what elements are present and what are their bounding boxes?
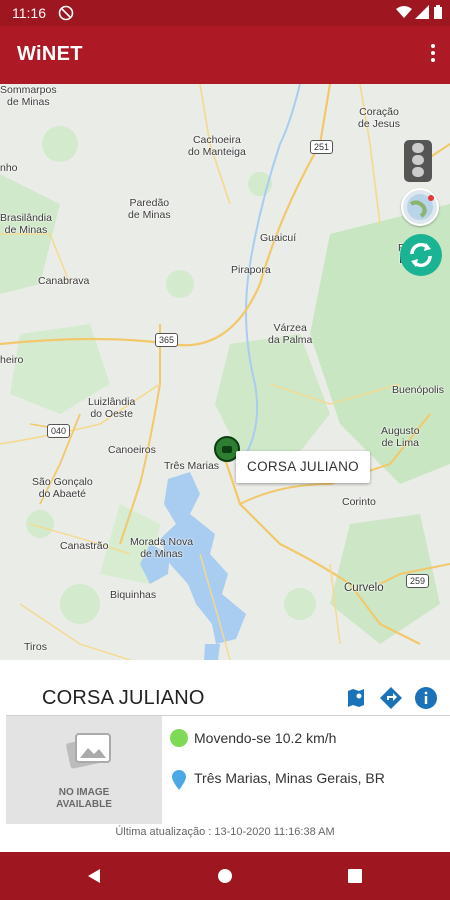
vehicle-info-panel: CORSA JULIANO NO IMAGE AVAILABLE Movendo… bbox=[0, 660, 450, 852]
app-bar: WiNET bbox=[0, 26, 450, 84]
refresh-icon[interactable] bbox=[400, 234, 442, 276]
map-label: Corinto bbox=[342, 496, 376, 508]
map-label: Buenópolis bbox=[392, 384, 444, 396]
globe-icon[interactable] bbox=[401, 188, 439, 226]
vehicle-callout[interactable]: CORSA JULIANO bbox=[236, 451, 370, 483]
map-view[interactable]: Sommarpos de Minas Cachoeira do Manteiga… bbox=[0, 84, 450, 660]
map-label: heiro bbox=[0, 354, 24, 366]
vehicle-name: CORSA JULIANO bbox=[42, 687, 205, 709]
map-label: nho bbox=[0, 162, 18, 174]
map-label: Curvelo bbox=[344, 582, 384, 594]
map-label: São Gonçalo do Abaeté bbox=[32, 476, 93, 500]
map-label: Pirapora bbox=[231, 264, 271, 276]
system-nav-bar bbox=[0, 852, 450, 900]
no-image-label: NO IMAGE AVAILABLE bbox=[56, 787, 112, 810]
map-label: Paredão de Minas bbox=[128, 197, 171, 221]
map-label: Luizlândia do Oeste bbox=[88, 396, 136, 420]
map-label: Biquinhas bbox=[110, 589, 157, 601]
vehicle-location-text: Três Marias, Minas Gerais, BR bbox=[194, 770, 385, 786]
vehicle-image-placeholder: NO IMAGE AVAILABLE bbox=[6, 716, 162, 824]
back-icon[interactable] bbox=[86, 868, 102, 889]
info-icon[interactable] bbox=[414, 686, 438, 710]
app-title: WiNET bbox=[17, 43, 83, 65]
more-vert-icon[interactable] bbox=[428, 42, 438, 68]
map-label: Várzea da Palma bbox=[268, 322, 313, 346]
vehicle-status-text: Movendo-se 10.2 km/h bbox=[194, 730, 337, 746]
map-terrain bbox=[0, 84, 450, 660]
last-updated: Última atualização : 13-10-2020 11:16:38… bbox=[115, 826, 335, 838]
map-label: Canastrão bbox=[60, 540, 109, 552]
status-bar: 11:16 bbox=[0, 0, 450, 26]
highway-shield: 365 bbox=[155, 333, 179, 347]
map-person-icon[interactable] bbox=[344, 686, 368, 710]
recents-icon[interactable] bbox=[347, 868, 363, 889]
directions-icon[interactable] bbox=[379, 686, 403, 710]
highway-shield: 040 bbox=[47, 424, 71, 438]
map-label: Canabrava bbox=[38, 275, 90, 287]
traffic-light-icon[interactable] bbox=[404, 140, 432, 182]
map-label: Brasilândia de Minas bbox=[0, 212, 52, 236]
map-label: Sommarpos de Minas bbox=[0, 84, 57, 108]
map-label: Guaicuí bbox=[260, 232, 297, 244]
map-label: Morada Nova de Minas bbox=[130, 536, 194, 560]
battery-icon bbox=[434, 5, 442, 22]
moving-status-icon bbox=[170, 729, 188, 747]
map-label: Tiros bbox=[24, 641, 47, 653]
highway-shield: 251 bbox=[310, 140, 334, 154]
map-label: Canoeiros bbox=[108, 444, 156, 456]
map-label: Coração de Jesus bbox=[358, 106, 401, 130]
map-label: Augusto de Lima bbox=[381, 425, 420, 449]
status-time: 11:16 bbox=[12, 5, 46, 21]
wifi-icon bbox=[396, 5, 412, 22]
map-label: Cachoeira do Manteiga bbox=[188, 134, 246, 158]
highway-shield: 259 bbox=[406, 574, 430, 588]
do-not-disturb-icon bbox=[58, 5, 74, 24]
location-pin-icon bbox=[172, 770, 186, 793]
map-label: Três Marias bbox=[164, 460, 220, 472]
home-icon[interactable] bbox=[217, 868, 233, 889]
no-image-icon bbox=[66, 733, 111, 769]
signal-icon bbox=[415, 5, 429, 22]
